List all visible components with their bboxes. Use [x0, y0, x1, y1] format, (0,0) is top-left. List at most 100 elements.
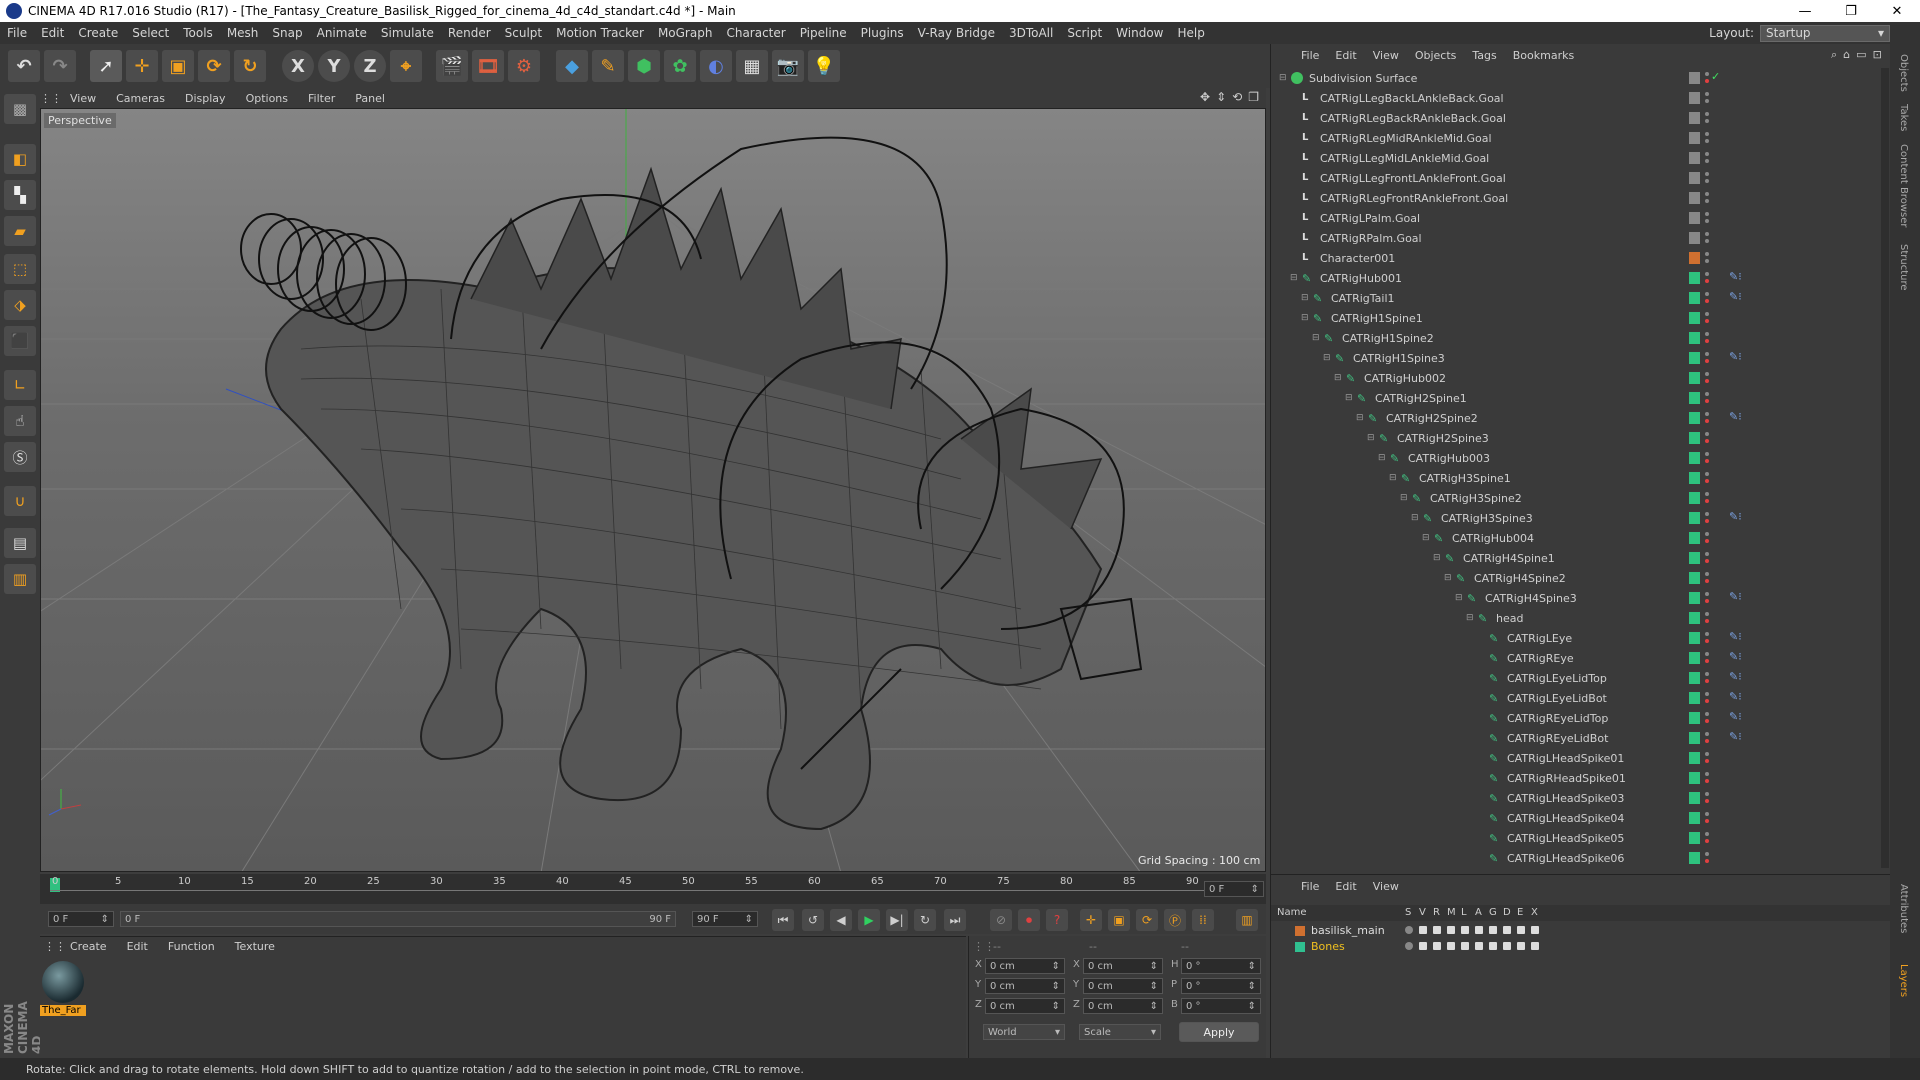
- layer-color-swatch[interactable]: [1689, 452, 1700, 464]
- layer-color-swatch[interactable]: [1689, 692, 1700, 704]
- floor-icon[interactable]: ▦: [736, 50, 768, 82]
- object-row[interactable]: ✎ CATRigREye ✎⁝: [1271, 648, 1881, 668]
- render-visibility-dot[interactable]: [1705, 319, 1709, 323]
- layer-toggle-icon[interactable]: [1433, 942, 1441, 950]
- layer-toggle-icon[interactable]: [1531, 926, 1539, 934]
- material-name[interactable]: The_Far: [40, 1005, 86, 1016]
- viewport-menu-display[interactable]: Display: [175, 92, 236, 105]
- next-frame-icon[interactable]: ▶|: [886, 909, 908, 931]
- object-row[interactable]: ⊟ ✎ CATRigHub003: [1271, 448, 1881, 468]
- render-picture-icon[interactable]: 🎞: [472, 50, 504, 82]
- object-row[interactable]: ✎ CATRigLHeadSpike05: [1271, 828, 1881, 848]
- object-row[interactable]: ✎ CATRigLHeadSpike04: [1271, 808, 1881, 828]
- expand-toggle-icon[interactable]: ⊟: [1279, 73, 1291, 83]
- editor-visibility-dot[interactable]: [1705, 272, 1709, 276]
- layer-color-swatch[interactable]: [1689, 832, 1700, 844]
- render-visibility-dot[interactable]: [1705, 859, 1709, 863]
- render-visibility-dot[interactable]: [1705, 419, 1709, 423]
- render-visibility-dot[interactable]: [1705, 519, 1709, 523]
- constraint-tag-icon[interactable]: ✎⁝: [1729, 630, 1742, 643]
- material-menu-function[interactable]: Function: [158, 940, 225, 953]
- viewport-menu-view[interactable]: View: [60, 92, 106, 105]
- workplane-mode-icon[interactable]: ▰: [4, 216, 36, 246]
- editor-visibility-dot[interactable]: [1705, 512, 1709, 516]
- menu-sculpt[interactable]: Sculpt: [498, 26, 549, 40]
- layer-color-swatch[interactable]: [1689, 352, 1700, 364]
- layer-color-swatch[interactable]: [1689, 652, 1700, 664]
- menu-mesh[interactable]: Mesh: [220, 26, 266, 40]
- layer-toggle-icon[interactable]: [1405, 926, 1413, 934]
- layer-color-swatch[interactable]: [1689, 712, 1700, 724]
- editor-visibility-dot[interactable]: [1705, 332, 1709, 336]
- editor-visibility-dot[interactable]: [1705, 172, 1709, 176]
- menu-file[interactable]: File: [0, 26, 34, 40]
- editor-visibility-dot[interactable]: [1705, 352, 1709, 356]
- material-menu-texture[interactable]: Texture: [225, 940, 285, 953]
- object-row[interactable]: L CATRigRLegFrontRAnkleFront.Goal: [1271, 188, 1881, 208]
- render-visibility-dot[interactable]: [1705, 559, 1709, 563]
- coord-mode-dropdown[interactable]: World ▾: [983, 1024, 1065, 1040]
- menu-character[interactable]: Character: [719, 26, 792, 40]
- expand-toggle-icon[interactable]: ⊟: [1367, 433, 1379, 443]
- menu-v-ray-bridge[interactable]: V-Ray Bridge: [911, 26, 1002, 40]
- expand-toggle-icon[interactable]: ⊟: [1290, 273, 1302, 283]
- editor-visibility-dot[interactable]: [1705, 312, 1709, 316]
- layer-row[interactable]: basilisk_main: [1271, 923, 1891, 939]
- layer-toggle-icon[interactable]: [1433, 926, 1441, 934]
- object-row[interactable]: ⊟ ✎ CATRigH2Spine3: [1271, 428, 1881, 448]
- layer-color-swatch[interactable]: [1689, 192, 1700, 204]
- render-visibility-dot[interactable]: [1705, 239, 1709, 243]
- object-row[interactable]: ⊟ ✎ CATRigH3Spine1: [1271, 468, 1881, 488]
- light-icon[interactable]: 💡: [808, 50, 840, 82]
- deformer-icon[interactable]: ◐: [700, 50, 732, 82]
- motion-path-icon[interactable]: ⊘: [990, 909, 1012, 931]
- object-row[interactable]: ⊟ ✎ CATRigH1Spine2: [1271, 328, 1881, 348]
- expand-toggle-icon[interactable]: ⊟: [1433, 553, 1445, 563]
- layer-color-swatch[interactable]: [1689, 472, 1700, 484]
- expand-toggle-icon[interactable]: ⊟: [1301, 313, 1313, 323]
- apply-button[interactable]: Apply: [1179, 1022, 1259, 1042]
- layer-color-swatch[interactable]: [1689, 432, 1700, 444]
- render-visibility-dot[interactable]: [1705, 679, 1709, 683]
- object-row[interactable]: ✎ CATRigREyeLidTop ✎⁝: [1271, 708, 1881, 728]
- layer-color-swatch[interactable]: [1689, 392, 1700, 404]
- right-tab-objects[interactable]: Objects: [1898, 54, 1909, 92]
- close-button[interactable]: ✕: [1874, 0, 1920, 22]
- layer-color-swatch[interactable]: [1689, 732, 1700, 744]
- editor-visibility-dot[interactable]: [1705, 232, 1709, 236]
- coord-size-field[interactable]: 0 cm ⇕: [1083, 978, 1163, 994]
- menu-create[interactable]: Create: [71, 26, 125, 40]
- home-icon[interactable]: ⌂: [1843, 48, 1850, 62]
- render-visibility-dot[interactable]: [1705, 639, 1709, 643]
- coord-scale-dropdown[interactable]: Scale ▾: [1079, 1024, 1161, 1040]
- select-icon[interactable]: ➚: [90, 50, 122, 82]
- editor-visibility-dot[interactable]: [1705, 112, 1709, 116]
- editor-visibility-dot[interactable]: [1705, 72, 1709, 76]
- render-visibility-dot[interactable]: [1705, 279, 1709, 283]
- render-visibility-dot[interactable]: [1705, 159, 1709, 163]
- undo-icon[interactable]: ↶: [8, 50, 40, 82]
- next-key-icon[interactable]: ↻: [914, 909, 936, 931]
- viewport-menu-cameras[interactable]: Cameras: [106, 92, 175, 105]
- layer-column-header[interactable]: E: [1517, 907, 1523, 918]
- constraint-tag-icon[interactable]: ✎⁝: [1729, 670, 1742, 683]
- render-visibility-dot[interactable]: [1705, 139, 1709, 143]
- expand-toggle-icon[interactable]: ⊟: [1411, 513, 1423, 523]
- goto-start-icon[interactable]: ⏮: [772, 909, 794, 931]
- right-tab-takes[interactable]: Takes: [1898, 104, 1909, 131]
- object-menu-tags[interactable]: Tags: [1464, 49, 1504, 62]
- editor-visibility-dot[interactable]: [1705, 652, 1709, 656]
- current-frame-field[interactable]: 0 F ⇕: [1204, 881, 1264, 897]
- render-visibility-dot[interactable]: [1705, 799, 1709, 803]
- object-row[interactable]: ⊟ ✎ CATRigH3Spine2: [1271, 488, 1881, 508]
- editor-visibility-dot[interactable]: [1705, 752, 1709, 756]
- layer-color-swatch[interactable]: [1689, 492, 1700, 504]
- constraint-tag-icon[interactable]: ✎⁝: [1729, 710, 1742, 723]
- axis-y-button[interactable]: Y: [318, 50, 350, 82]
- editor-visibility-dot[interactable]: [1705, 792, 1709, 796]
- axis-x-button[interactable]: X: [282, 50, 314, 82]
- menu-render[interactable]: Render: [441, 26, 498, 40]
- editor-visibility-dot[interactable]: [1705, 672, 1709, 676]
- viewport-menu-panel[interactable]: Panel: [345, 92, 395, 105]
- editor-visibility-dot[interactable]: [1705, 732, 1709, 736]
